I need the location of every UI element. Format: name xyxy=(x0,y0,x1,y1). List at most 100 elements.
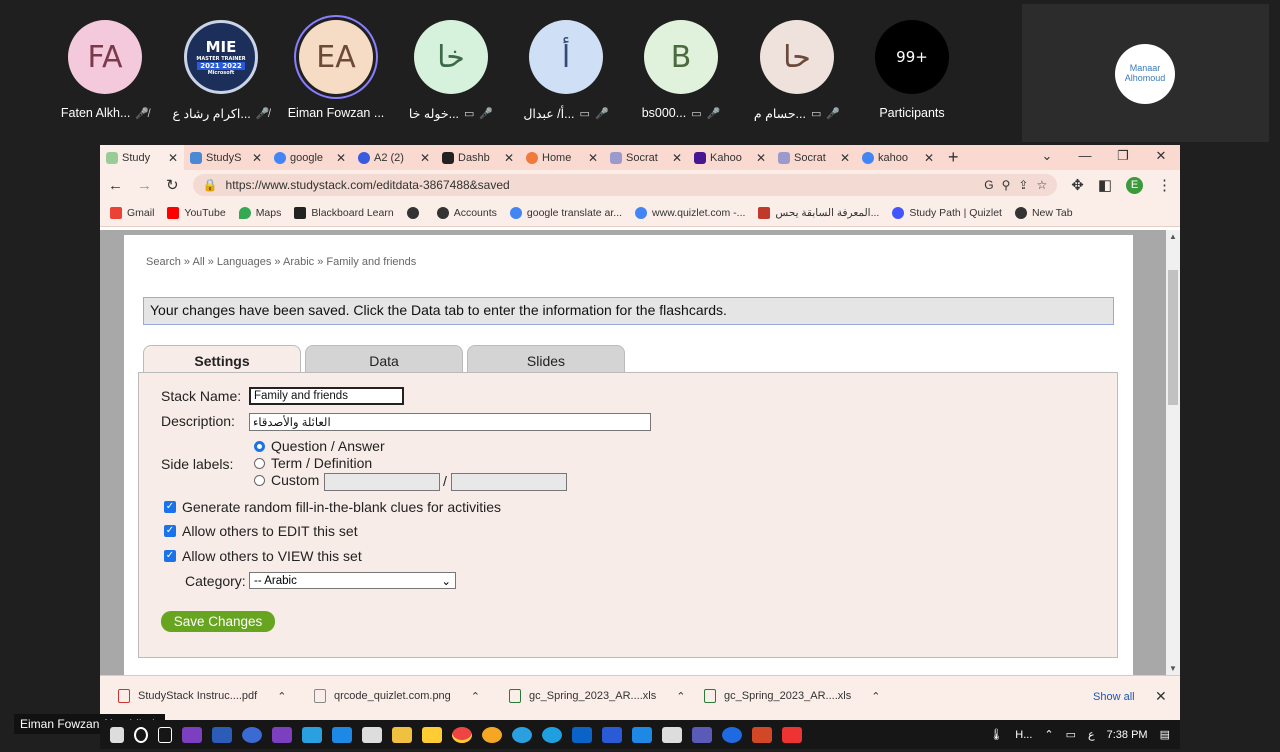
chevron-up-icon[interactable]: ⌃ xyxy=(1044,728,1053,741)
participant-tile[interactable]: EA Eiman Fowzan ... xyxy=(278,20,394,120)
download-item[interactable]: gc_Spring_2023_AR....xls ⌃ xyxy=(704,689,880,703)
bookmark-youtube[interactable]: YouTube xyxy=(167,207,226,219)
scroll-thumb[interactable] xyxy=(1168,270,1178,405)
checkbox-fill-blank[interactable]: ✓ Generate random fill-in-the-blank clues… xyxy=(164,499,501,515)
telegram-icon[interactable] xyxy=(512,726,532,743)
app-icon[interactable] xyxy=(302,726,322,743)
participant-tile[interactable]: خا خوله خا... ▭ 🎤 xyxy=(393,20,509,121)
browser-tab[interactable]: A2 (2) ✕ xyxy=(352,145,436,170)
download-item[interactable]: StudyStack Instruc....pdf ⌃ xyxy=(118,689,286,703)
close-icon[interactable]: ✕ xyxy=(420,151,430,165)
close-icon[interactable]: ✕ xyxy=(672,151,682,165)
edge-icon[interactable] xyxy=(542,726,562,743)
radio-question-answer[interactable]: Question / Answer xyxy=(254,438,385,454)
scroll-up-icon[interactable]: ▲ xyxy=(1169,232,1177,241)
browser-tab[interactable]: Socrat ✕ xyxy=(772,145,856,170)
app-icon[interactable] xyxy=(662,726,682,743)
close-icon[interactable]: ✕ xyxy=(588,151,598,165)
checkbox-allow-view[interactable]: ✓ Allow others to VIEW this set xyxy=(164,548,362,564)
reload-icon[interactable]: ↻ xyxy=(166,176,179,194)
checkbox-allow-edit[interactable]: ✓ Allow others to EDIT this set xyxy=(164,523,358,539)
back-icon[interactable]: ← xyxy=(108,177,123,194)
bookmark-star-icon[interactable]: ☆ xyxy=(1036,178,1047,192)
pdf-icon[interactable] xyxy=(782,726,802,743)
radio-button[interactable] xyxy=(254,440,265,452)
show-all-link[interactable]: Show all xyxy=(1093,691,1135,703)
bookmark-gmail[interactable]: Gmail xyxy=(110,207,154,219)
side-panel-icon[interactable]: ◧ xyxy=(1098,176,1112,194)
stack-name-input[interactable]: Family and friends xyxy=(249,387,404,405)
category-select[interactable]: -- Arabic ⌄ xyxy=(249,572,456,589)
save-changes-button[interactable]: Save Changes xyxy=(161,611,275,632)
app-icon[interactable] xyxy=(362,726,382,743)
close-icon[interactable]: ✕ xyxy=(756,151,766,165)
close-window-button[interactable]: ✕ xyxy=(1142,145,1180,170)
custom-back-input[interactable] xyxy=(451,473,567,491)
restore-button[interactable]: ❐ xyxy=(1104,145,1142,170)
tab-settings[interactable]: Settings xyxy=(143,345,301,374)
share-icon[interactable]: ⇪ xyxy=(1018,178,1028,192)
windows-start-icon[interactable] xyxy=(110,726,124,743)
browser-tab[interactable]: google ✕ xyxy=(268,145,352,170)
download-item[interactable]: gc_Spring_2023_AR....xls ⌃ xyxy=(509,689,685,703)
new-tab-button[interactable]: + xyxy=(948,145,959,170)
app-icon[interactable] xyxy=(482,726,502,743)
radio-button[interactable] xyxy=(254,474,265,486)
clock[interactable]: 7:38 PM xyxy=(1107,729,1148,741)
participants-button[interactable]: 99+ Participants xyxy=(854,20,970,120)
tab-data[interactable]: Data xyxy=(305,345,463,373)
browser-tab[interactable]: Dashb ✕ xyxy=(436,145,520,170)
description-input[interactable]: العائلة والأصدقاء xyxy=(249,413,651,431)
menu-icon[interactable]: ⋮ xyxy=(1157,176,1172,194)
forward-icon[interactable]: → xyxy=(137,177,152,194)
close-icon[interactable]: ✕ xyxy=(336,151,346,165)
chevron-up-icon[interactable]: ⌃ xyxy=(277,690,286,703)
language-indicator[interactable]: ع xyxy=(1088,728,1095,741)
radio-custom[interactable]: Custom xyxy=(254,472,319,488)
file-explorer-icon[interactable] xyxy=(392,726,412,743)
powerpoint-icon[interactable] xyxy=(752,726,772,743)
custom-front-input[interactable] xyxy=(324,473,440,491)
chevron-up-icon[interactable]: ⌃ xyxy=(676,690,685,703)
scrollbar[interactable]: ▲ ▼ xyxy=(1166,230,1180,675)
tab-slides[interactable]: Slides xyxy=(467,345,625,373)
close-icon[interactable]: ✕ xyxy=(1155,688,1167,705)
check-icon[interactable]: ✓ xyxy=(164,525,176,537)
edge-icon[interactable] xyxy=(242,726,262,743)
download-item[interactable]: qrcode_quizlet.com.png ⌃ xyxy=(314,689,480,703)
participant-tile[interactable]: FA Faten Alkh... 🎤̸ xyxy=(47,20,163,120)
bookmark-maps[interactable]: Maps xyxy=(238,207,281,219)
bookmark-globe[interactable] xyxy=(406,207,424,219)
bookmark-quizlet[interactable]: www.quizlet.com -... xyxy=(635,207,745,219)
app-icon[interactable] xyxy=(602,726,622,743)
zoom-icon[interactable]: ⚲ xyxy=(1002,178,1011,192)
tab-search-icon[interactable]: ⌄ xyxy=(1028,145,1066,170)
participant-tile[interactable]: أ أ/ عبدال... ▭ 🎤 xyxy=(508,20,624,121)
radio-term-definition[interactable]: Term / Definition xyxy=(254,455,372,471)
close-icon[interactable]: ✕ xyxy=(924,151,934,165)
outlook-icon[interactable] xyxy=(572,726,592,743)
search-icon[interactable] xyxy=(134,726,148,743)
app-icon[interactable] xyxy=(632,726,652,743)
breadcrumb[interactable]: Search » All » Languages » Arabic » Fami… xyxy=(146,256,416,268)
close-icon[interactable]: ✕ xyxy=(168,151,178,165)
minimize-button[interactable]: — xyxy=(1066,145,1104,170)
notifications-icon[interactable]: ▤ xyxy=(1160,728,1170,741)
participant-tile[interactable]: MIE MASTER TRAINER 2021 2022 Microsoft ا… xyxy=(163,20,279,121)
bookmark-study-path[interactable]: Study Path | Quizlet xyxy=(892,207,1002,219)
task-view-icon[interactable] xyxy=(158,726,172,743)
participant-tile[interactable]: حا حسام م... ▭ 🎤 xyxy=(739,20,855,121)
browser-tab[interactable]: Socrat ✕ xyxy=(604,145,688,170)
browser-tab[interactable]: kahoo ✕ xyxy=(856,145,940,170)
chrome-icon[interactable] xyxy=(452,726,472,743)
participant-tile[interactable]: B bs000... ▭ 🎤 xyxy=(623,20,739,120)
bookmark-new-tab[interactable]: New Tab xyxy=(1014,207,1073,219)
chevron-up-icon[interactable]: ⌃ xyxy=(471,690,480,703)
bookmark-translate[interactable]: google translate ar... xyxy=(509,207,622,219)
browser-tab[interactable]: Study ✕ xyxy=(100,145,184,170)
word-icon[interactable] xyxy=(212,726,232,743)
onenote-icon[interactable] xyxy=(272,726,292,743)
bookmark-arabic[interactable]: المعرفة السابقة يحس... xyxy=(758,207,879,219)
bookmark-blackboard[interactable]: Blackboard Learn xyxy=(294,207,394,219)
radio-button[interactable] xyxy=(254,457,265,469)
